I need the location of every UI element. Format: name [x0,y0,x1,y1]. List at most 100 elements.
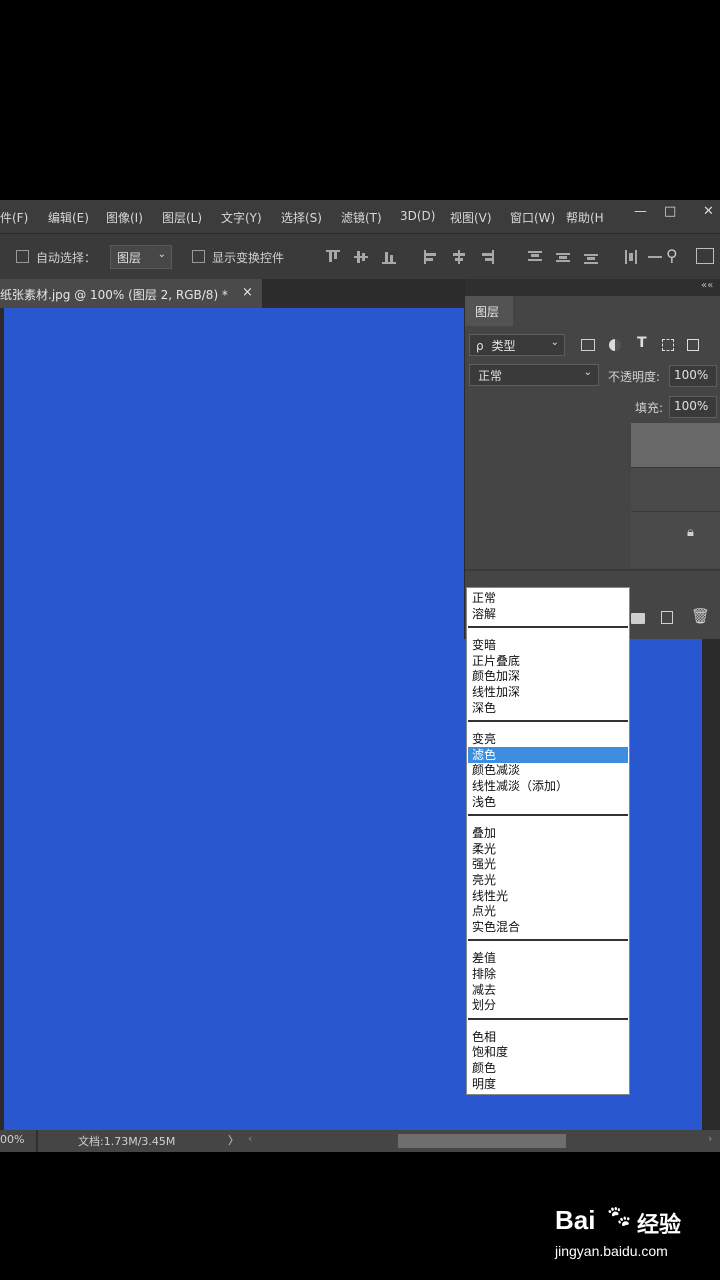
auto-select-label: 自动选择： [36,251,97,265]
blend-group-separator [468,626,628,629]
maximize-button[interactable]: □ [664,204,676,219]
blend-mode-dropdown-list: 正常 溶解变暗 正片叠底 颜色加深 线性加深 深色变亮 滤色 颜色减淡 线性减淡（添加） 浅色叠加… [466,587,630,1095]
auto-select-value: 图层 [117,251,142,265]
show-transform-checkbox[interactable] [192,250,205,263]
workspace-icon[interactable] [696,248,714,264]
blend-option[interactable]: 颜色加深 [472,668,520,684]
blend-option[interactable]: 颜色减淡 [472,762,520,778]
status-menu-arrow[interactable]: 〉 [228,1132,239,1148]
close-button[interactable]: ✕ [703,204,714,219]
auto-select-checkbox[interactable] [16,250,29,263]
menu-image[interactable]: 图像(I) [106,209,143,226]
blend-option[interactable]: 柔光 [472,841,496,857]
search-icon[interactable]: ⚲ [666,246,678,265]
paw-icon: 🐾︎ [605,1205,633,1230]
new-layer-icon[interactable] [661,611,673,624]
blend-option[interactable]: 线性光 [472,888,508,904]
blend-option[interactable]: 差值 [472,950,496,966]
filter-shape-icon[interactable] [662,339,674,351]
align-bottom-icon[interactable] [382,250,396,264]
blend-option[interactable]: 亮光 [472,872,496,888]
layers-tab[interactable]: 图层 [465,296,513,326]
close-tab-icon[interactable]: × [242,285,253,300]
fill-label: 填充: [635,401,664,415]
blend-mode-value: 正常 [478,369,503,383]
layer-row[interactable] [631,468,720,511]
layer-row-background[interactable] [631,512,720,568]
distribute-vcenter-icon[interactable] [556,250,570,264]
blend-option[interactable]: 正片叠底 [472,653,520,669]
blend-option[interactable]: 线性加深 [472,684,520,700]
layer-row-selected[interactable] [631,423,720,467]
blend-group-separator [468,720,628,723]
align-right-icon[interactable] [480,250,494,264]
menu-window[interactable]: 窗口(W) [510,209,555,226]
blend-option[interactable]: 正常 [472,590,496,606]
menu-edit[interactable]: 编辑(E) [48,209,89,226]
blend-option[interactable]: 变亮 [472,731,496,747]
layers-tab-label: 图层 [475,305,500,319]
blend-option[interactable]: 减去 [472,982,496,998]
blend-option[interactable]: 浅色 [472,794,496,810]
minimize-button[interactable]: — [634,204,647,219]
layer-filter-dropdown[interactable]: ρ 类型 ⌄ [469,334,565,356]
menu-layer[interactable]: 图层(L) [162,209,202,226]
show-transform-label: 显示变换控件 [212,251,285,265]
align-top-icon[interactable] [326,250,340,264]
filter-adjustment-icon[interactable] [609,339,621,351]
blend-option[interactable]: 滤色 [468,746,628,763]
blend-option[interactable]: 色相 [472,1029,496,1045]
blend-option[interactable]: 叠加 [472,825,496,841]
menu-filter[interactable]: 滤镜(T) [341,209,382,226]
blend-option[interactable]: 排除 [472,966,496,982]
blend-option[interactable]: 实色混合 [472,919,520,935]
filter-type-icon[interactable]: T [637,335,647,351]
distribute-horizontal-icon[interactable] [624,250,638,264]
zoom-level[interactable]: 00% [0,1133,24,1146]
filter-pixel-icon[interactable] [581,339,595,351]
blend-option[interactable]: 线性减淡（添加） [472,778,568,794]
blend-option[interactable]: 溶解 [472,606,496,622]
blend-option[interactable]: 变暗 [472,637,496,653]
blend-option[interactable]: 强光 [472,856,496,872]
blend-mode-select[interactable]: 正常 ⌄ [469,364,599,386]
panel-footer-divider [465,569,720,571]
menu-view[interactable]: 视图(V) [450,209,492,226]
blend-option[interactable]: 点光 [472,903,496,919]
blend-group-separator [468,939,628,942]
opacity-label: 不透明度: [608,370,661,384]
opacity-input[interactable]: 100% [669,365,717,387]
auto-select-dropdown[interactable]: 图层 ⌄ [110,245,172,269]
distribute-spacing-icon[interactable] [648,250,662,264]
blend-option[interactable]: 颜色 [472,1060,496,1076]
align-left-icon[interactable] [424,250,438,264]
blend-option[interactable]: 深色 [472,700,496,716]
collapse-panel-icon[interactable]: «« [701,280,713,291]
menu-3d[interactable]: 3D(D) [400,209,435,223]
filter-smart-object-icon[interactable] [687,339,699,351]
chevron-down-icon: ⌄ [157,249,166,260]
blend-option[interactable]: 划分 [472,997,496,1013]
align-vcenter-icon[interactable] [354,250,368,264]
fill-input[interactable]: 100% [669,396,717,418]
options-bar: 自动选择： 图层 ⌄ 显示变换控件 ⚲ [0,233,720,280]
trash-icon[interactable]: 🗑︎ [691,607,710,625]
distribute-bottom-icon[interactable] [584,250,598,264]
new-group-icon[interactable] [631,613,645,624]
photoshop-window: 件(F) 编辑(E) 图像(I) 图层(L) 文字(Y) 选择(S) 滤镜(T)… [0,200,720,1152]
menu-file[interactable]: 件(F) [0,209,28,226]
document-tab[interactable]: 纸张素材.jpg @ 100% (图层 2, RGB/8) * × [0,279,262,308]
blend-option[interactable]: 明度 [472,1076,496,1092]
panel-tab-strip [513,296,720,326]
chevron-down-icon: ⌄ [583,367,592,378]
menu-help[interactable]: 帮助(H [566,209,604,226]
align-hcenter-icon[interactable] [452,250,466,264]
menu-select[interactable]: 选择(S) [281,209,322,226]
blend-option[interactable]: 饱和度 [472,1044,508,1060]
distribute-top-icon[interactable] [528,250,542,264]
menu-type[interactable]: 文字(Y) [221,209,262,226]
watermark-url: jingyan.baidu.com [555,1243,668,1259]
horizontal-scrollbar-thumb[interactable] [398,1134,566,1148]
scroll-left-icon[interactable]: ‹ [248,1132,252,1145]
scroll-right-icon[interactable]: › [708,1132,712,1145]
